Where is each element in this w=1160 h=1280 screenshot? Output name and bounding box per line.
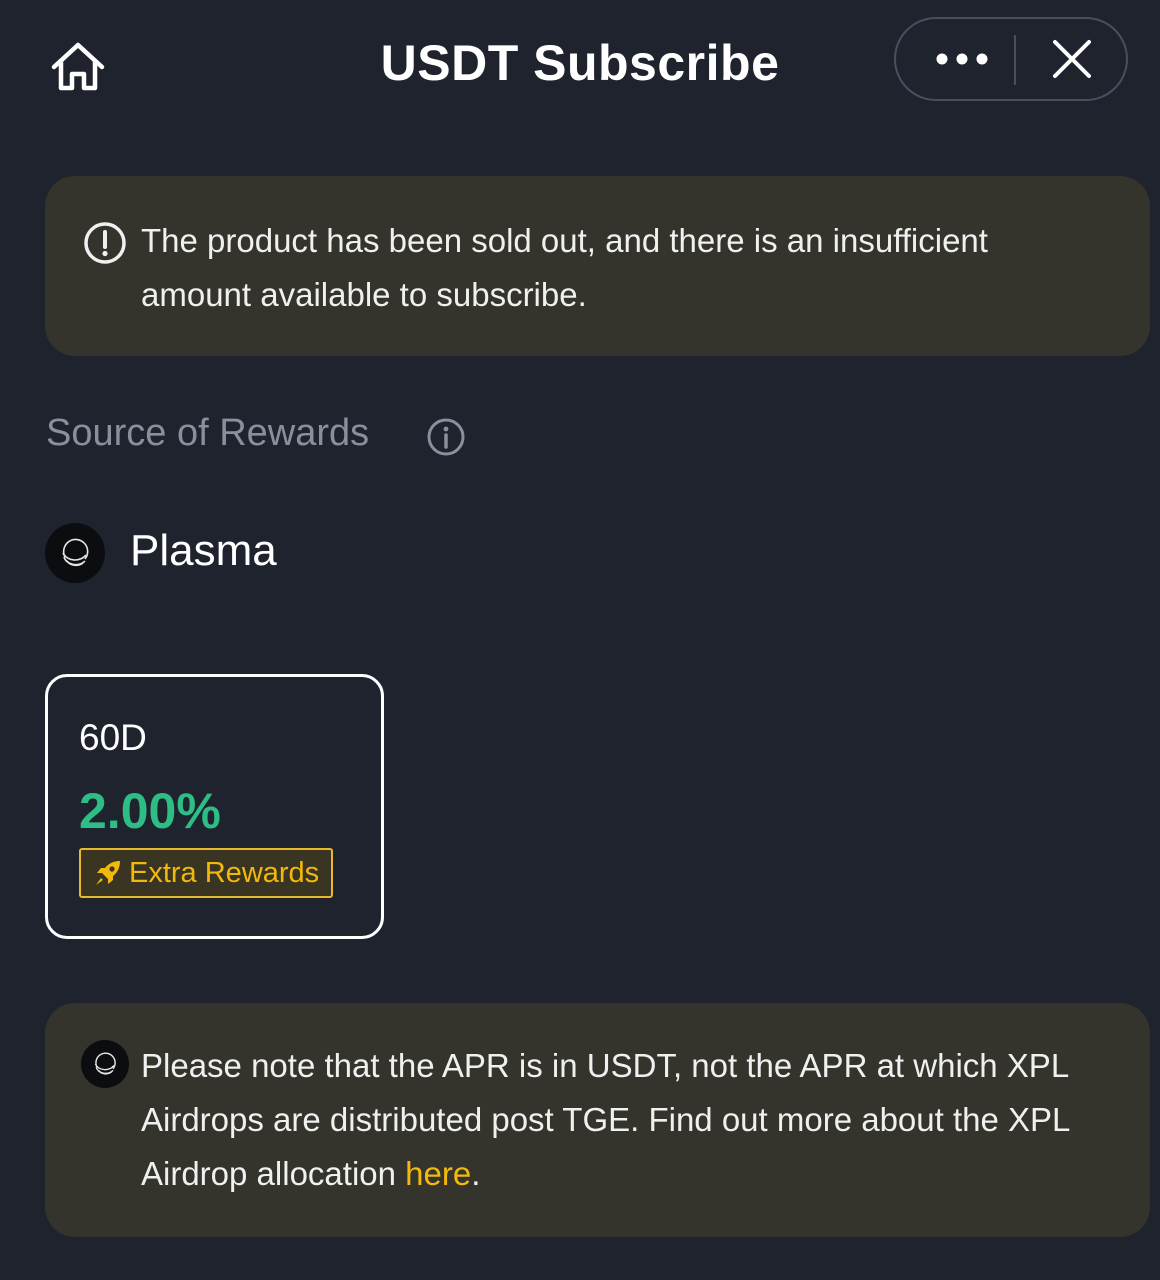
banner-text: The product has been sold out, and there… bbox=[141, 222, 988, 313]
home-icon bbox=[51, 42, 105, 91]
apr-note-panel: Please note that the APR is in USDT, not… bbox=[45, 1003, 1150, 1237]
rocket-icon bbox=[96, 861, 120, 885]
apr-note-text: Please note that the APR is in USDT, not… bbox=[141, 1039, 1131, 1201]
apr-note-body: Please note that the APR is in USDT, not… bbox=[141, 1047, 1070, 1192]
alert-circle-icon bbox=[84, 222, 126, 264]
term-card-60d[interactable]: 60D 2.00% Extra Rewards bbox=[45, 674, 384, 939]
more-horizontal-icon bbox=[936, 53, 988, 65]
header-actions bbox=[894, 17, 1128, 101]
term-apr: 2.00% bbox=[79, 783, 221, 839]
sold-out-banner: The product has been sold out, and there… bbox=[45, 176, 1150, 356]
apr-note-end: . bbox=[471, 1155, 481, 1192]
extra-rewards-label: Extra Rewards bbox=[129, 856, 320, 889]
source-of-rewards-label: Source of Rewards bbox=[46, 412, 370, 454]
airdrop-allocation-link[interactable]: here bbox=[405, 1155, 471, 1192]
source-name: Plasma bbox=[130, 526, 277, 575]
plasma-logo-icon bbox=[45, 523, 105, 583]
plasma-logo-icon bbox=[81, 1040, 129, 1088]
header-divider bbox=[1014, 35, 1016, 85]
close-icon bbox=[1053, 40, 1091, 78]
info-icon[interactable] bbox=[426, 417, 466, 457]
more-button[interactable] bbox=[910, 19, 1014, 99]
close-button[interactable] bbox=[1026, 19, 1118, 99]
term-duration: 60D bbox=[79, 717, 147, 758]
extra-rewards-badge: Extra Rewards bbox=[79, 848, 334, 898]
home-button[interactable] bbox=[48, 40, 108, 94]
